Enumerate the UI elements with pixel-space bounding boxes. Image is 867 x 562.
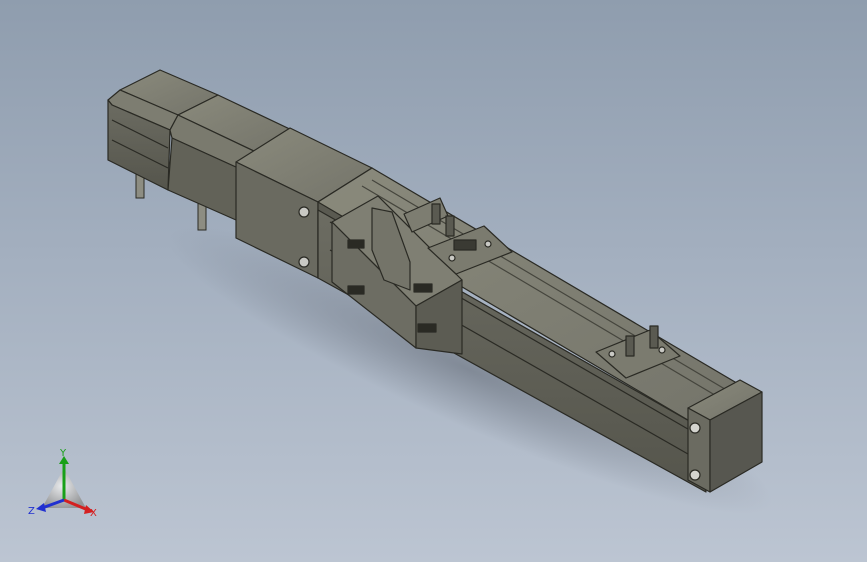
actuator-model[interactable] xyxy=(0,0,867,562)
y-axis-label: Y xyxy=(59,448,67,459)
coordinate-triad: Y X Z xyxy=(28,448,97,519)
z-axis-label: Z xyxy=(28,506,35,517)
x-axis-label: X xyxy=(90,508,97,519)
graphics-viewport[interactable]: Y X Z xyxy=(0,0,867,562)
